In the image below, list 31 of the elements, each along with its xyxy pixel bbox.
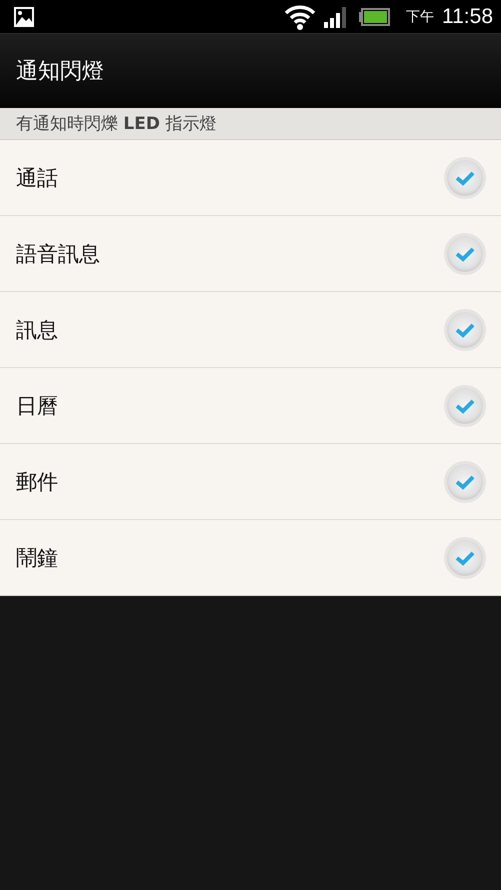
checkbox[interactable] — [444, 232, 486, 274]
checkmark-icon — [455, 398, 475, 414]
checkmark-icon — [455, 246, 475, 262]
section-title: 有通知時閃爍 LED 指示燈 — [16, 113, 216, 135]
clock-time: 11:58 — [442, 4, 493, 28]
setting-label: 鬧鐘 — [16, 544, 59, 572]
setting-row[interactable]: 郵件 — [0, 444, 501, 520]
setting-label: 通話 — [16, 164, 59, 192]
checkbox[interactable] — [444, 536, 486, 578]
checkmark-icon — [455, 474, 475, 490]
checkbox[interactable] — [444, 308, 486, 350]
checkmark-icon — [455, 550, 475, 566]
setting-row[interactable]: 日曆 — [0, 368, 501, 444]
setting-row[interactable]: 訊息 — [0, 292, 501, 368]
setting-row[interactable]: 語音訊息 — [0, 216, 501, 292]
setting-row[interactable]: 鬧鐘 — [0, 520, 501, 596]
checkbox[interactable] — [444, 384, 486, 426]
checkbox[interactable] — [444, 156, 486, 198]
image-icon — [14, 6, 34, 26]
time-period: 下午 — [406, 8, 434, 26]
checkmark-icon — [455, 322, 475, 338]
screen-title: 通知閃燈 — [16, 58, 104, 86]
checkbox[interactable] — [444, 460, 486, 502]
checkmark-icon — [455, 170, 475, 186]
setting-row[interactable]: 通話 — [0, 140, 501, 216]
wifi-icon — [284, 4, 316, 30]
setting-label: 語音訊息 — [16, 240, 101, 268]
setting-label: 郵件 — [16, 468, 59, 496]
battery-icon — [358, 8, 390, 26]
setting-label: 日曆 — [16, 392, 59, 420]
setting-label: 訊息 — [16, 316, 59, 344]
